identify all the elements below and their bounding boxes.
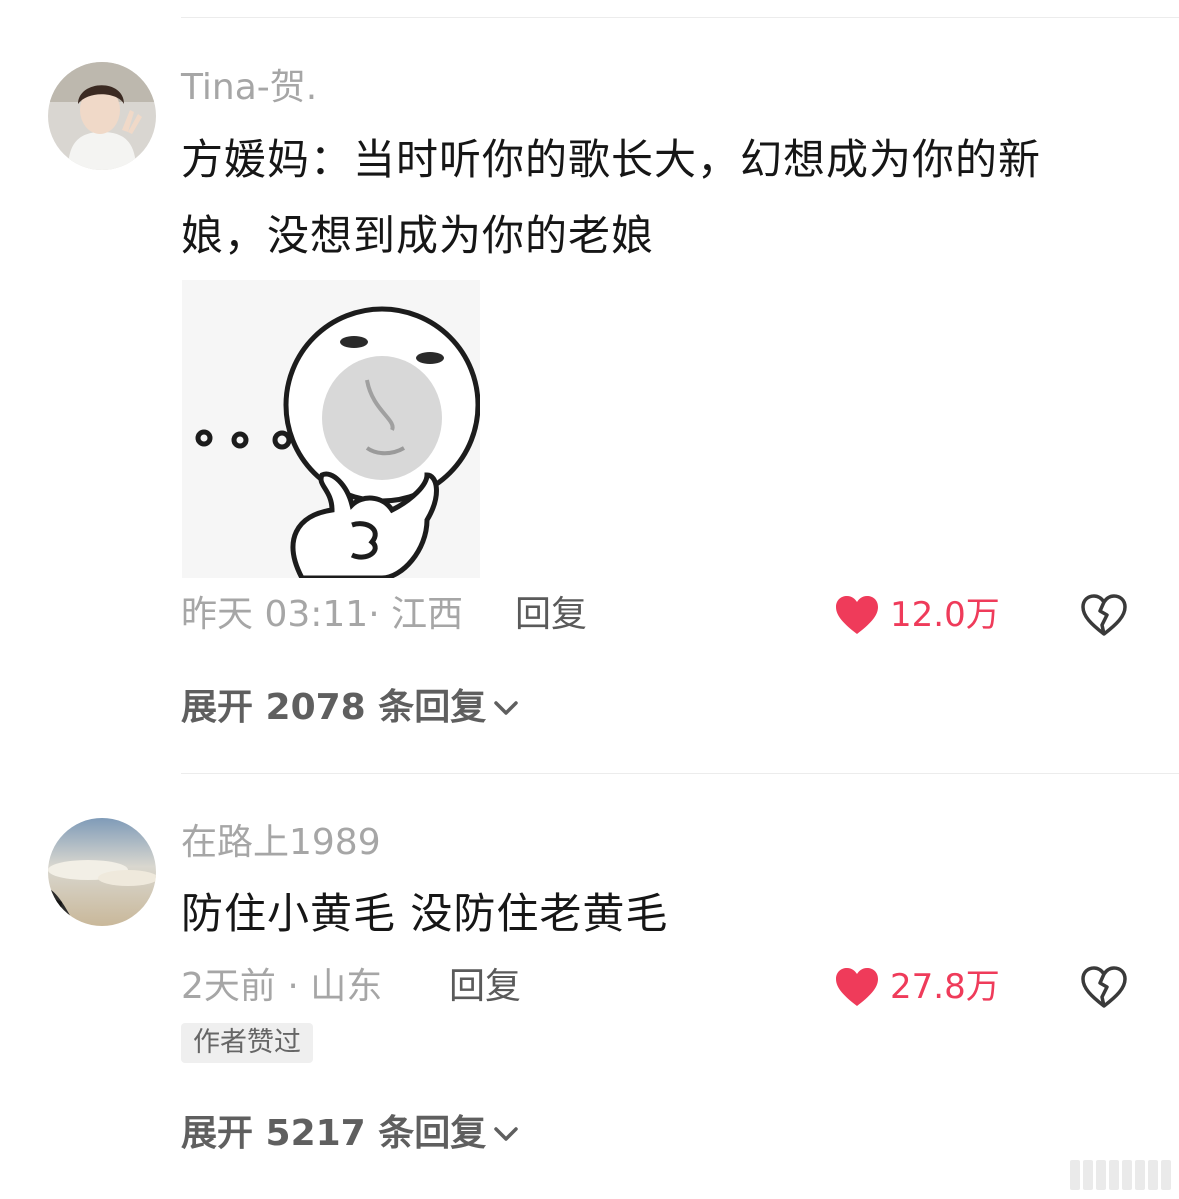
sticker-image[interactable] (182, 280, 480, 578)
dislike-button[interactable] (1080, 593, 1128, 637)
author-liked-badge: 作者赞过 (181, 1023, 313, 1063)
like-button[interactable]: 12.0万 (834, 593, 1000, 637)
username[interactable]: 在路上1989 (181, 821, 381, 865)
expand-replies-label: 展开 5217 条回复 (181, 1113, 487, 1154)
comment-meta: 昨天 03:11· 江西 (181, 594, 464, 635)
broken-heart-icon (1081, 594, 1127, 636)
chevron-down-icon (494, 1127, 519, 1141)
comment-text: 防住小黄毛 没防住老黄毛 (181, 889, 669, 938)
reply-button[interactable]: 回复 (515, 593, 587, 637)
watermark (1070, 1157, 1171, 1193)
reply-button[interactable]: 回复 (449, 965, 521, 1009)
like-count: 27.8万 (890, 967, 1000, 1007)
avatar[interactable] (48, 62, 156, 170)
broken-heart-icon (1081, 966, 1127, 1008)
username[interactable]: Tina-贺. (181, 66, 317, 110)
expand-replies-button[interactable]: 展开 5217 条回复 (181, 1112, 520, 1156)
comment-divider (181, 773, 1179, 774)
top-divider (181, 17, 1179, 18)
chevron-down-icon (494, 701, 519, 715)
comment-text: 方媛妈：当时听你的歌长大，幻想成为你的新娘，没想到成为你的老娘 (181, 135, 1042, 260)
comment-meta: 2天前 · 山东 (181, 966, 383, 1007)
like-count: 12.0万 (890, 595, 1000, 635)
heart-icon (836, 968, 878, 1006)
like-button[interactable]: 27.8万 (834, 965, 1000, 1009)
avatar[interactable] (48, 818, 156, 926)
expand-replies-button[interactable]: 展开 2078 条回复 (181, 686, 520, 730)
dislike-button[interactable] (1080, 965, 1128, 1009)
heart-icon (836, 596, 878, 634)
expand-replies-label: 展开 2078 条回复 (181, 687, 487, 728)
